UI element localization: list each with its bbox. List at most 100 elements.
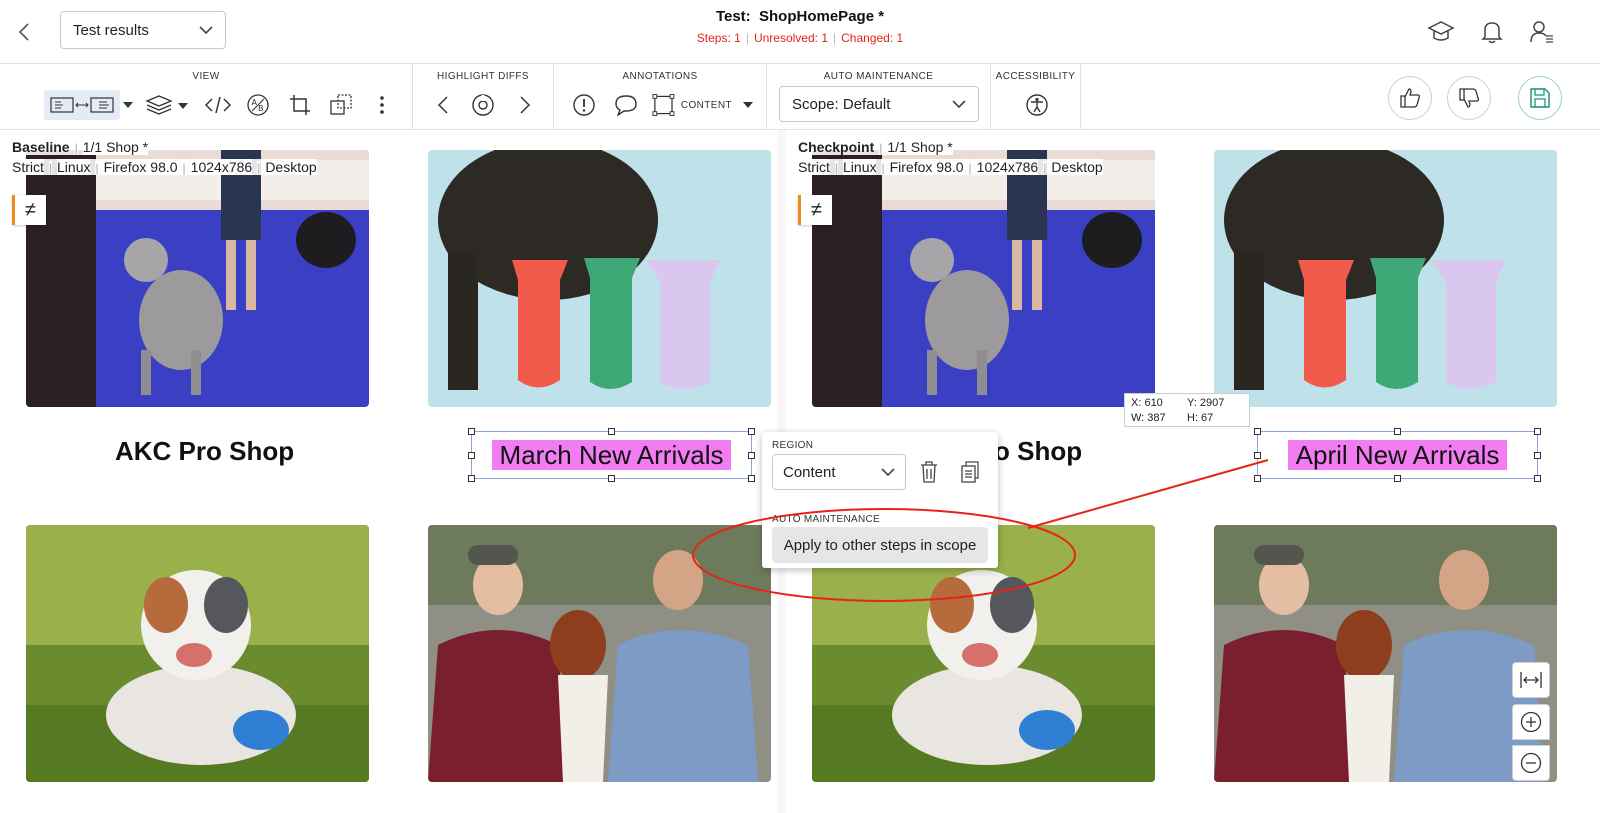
- comment-icon[interactable]: [612, 90, 640, 120]
- thumbs-up-icon[interactable]: [1388, 76, 1432, 120]
- top-bar: Test results Test: ShopHomePage * Steps:…: [0, 0, 1600, 64]
- apply-to-other-steps-button[interactable]: Apply to other steps in scope: [772, 527, 988, 563]
- baseline-browser: Firefox 98.0: [103, 159, 178, 175]
- view-group: VIEW AB: [0, 64, 413, 130]
- region-select-icon: [652, 94, 675, 116]
- content-region-button[interactable]: CONTENT: [652, 90, 732, 120]
- resize-handle[interactable]: [468, 475, 475, 482]
- baseline-os: Linux: [57, 159, 91, 175]
- scope-select[interactable]: Scope: Default: [779, 86, 979, 122]
- auto-maintenance-popup-label: AUTO MAINTENANCE: [772, 514, 880, 525]
- resize-handle[interactable]: [608, 428, 615, 435]
- save-icon[interactable]: [1518, 76, 1562, 120]
- graduation-cap-icon[interactable]: [1424, 15, 1458, 49]
- fit-width-icon[interactable]: [1512, 662, 1550, 698]
- previous-diff-icon[interactable]: [433, 90, 453, 120]
- thumbs-down-icon[interactable]: [1447, 76, 1491, 120]
- not-equal-icon[interactable]: ≠: [12, 195, 46, 225]
- region-type-value: Content: [783, 463, 836, 481]
- resize-handle[interactable]: [1254, 428, 1261, 435]
- resize-handle[interactable]: [1394, 475, 1401, 482]
- shop-card-title-partial: o Shop: [994, 436, 1083, 466]
- test-title-block: Test: ShopHomePage * Steps: 1 | Unresolved…: [0, 8, 1600, 45]
- couple-with-dog-photo: [428, 525, 771, 782]
- highlight-diffs-group: HIGHLIGHT DIFFS: [413, 64, 554, 130]
- exclamation-icon[interactable]: [570, 90, 598, 120]
- layers-icon[interactable]: [145, 90, 189, 120]
- test-label: Test:: [715, 8, 751, 25]
- baseline-region-text: March New Arrivals: [491, 440, 732, 470]
- test-stats: Steps: 1 | Unresolved: 1 | Changed: 1: [696, 31, 904, 45]
- baseline-match-level: Strict: [12, 159, 44, 175]
- resize-handle[interactable]: [1534, 452, 1541, 459]
- compare-regions-icon[interactable]: [327, 90, 355, 120]
- view-dropdown-caret-icon[interactable]: [122, 90, 134, 120]
- resize-handle[interactable]: [1534, 428, 1541, 435]
- region-label: REGION: [772, 440, 814, 451]
- baseline-pane: Baseline | 1/1 Shop * Strict | Linux | Firefox…: [0, 130, 778, 813]
- ab-compare-icon[interactable]: AB: [244, 90, 272, 120]
- resize-handle[interactable]: [468, 452, 475, 459]
- not-equal-icon[interactable]: ≠: [798, 195, 832, 225]
- next-diff-icon[interactable]: [515, 90, 535, 120]
- trash-icon[interactable]: [918, 460, 940, 484]
- shop-card-title: AKC Pro Shop: [115, 436, 295, 466]
- crop-icon[interactable]: [286, 90, 314, 120]
- highlight-diffs-label: HIGHLIGHT DIFFS: [437, 71, 529, 82]
- auto-maintenance-group: AUTO MAINTENANCE Scope: Default: [767, 64, 991, 130]
- back-icon[interactable]: [12, 18, 36, 46]
- accessibility-icon[interactable]: [1023, 90, 1051, 120]
- annotations-label: ANNOTATIONS: [622, 71, 698, 82]
- side-by-side-view-icon[interactable]: [44, 90, 120, 120]
- resize-handle[interactable]: [1394, 428, 1401, 435]
- highlight-target-icon[interactable]: [469, 90, 497, 120]
- baseline-viewport: 1024x786: [190, 159, 253, 175]
- content-region-label: CONTENT: [680, 99, 732, 111]
- resize-handle[interactable]: [1254, 475, 1261, 482]
- resize-handle[interactable]: [748, 428, 755, 435]
- svg-text:A: A: [252, 98, 258, 107]
- baseline-content-region[interactable]: March New Arrivals: [468, 428, 755, 482]
- chevron-down-icon: [952, 100, 966, 108]
- coord-w: W: 387: [1131, 412, 1166, 424]
- auto-maintenance-label: AUTO MAINTENANCE: [823, 71, 934, 82]
- coord-x: X: 610: [1131, 397, 1163, 409]
- checkpoint-device: Desktop: [1051, 159, 1103, 175]
- baseline-label: Baseline: [12, 139, 70, 155]
- scope-select-value: Scope: Default: [792, 95, 891, 113]
- view-group-label: VIEW: [192, 71, 220, 82]
- resize-handle[interactable]: [748, 452, 755, 459]
- checkpoint-region-text: April New Arrivals: [1287, 440, 1508, 470]
- resize-handle[interactable]: [1534, 475, 1541, 482]
- zoom-out-icon[interactable]: [1512, 745, 1550, 781]
- checkpoint-content-region[interactable]: April New Arrivals: [1254, 428, 1541, 482]
- code-icon[interactable]: [203, 90, 233, 120]
- annotation-dropdown-caret-icon[interactable]: [742, 90, 754, 120]
- resize-handle[interactable]: [608, 475, 615, 482]
- poodle-photo: [26, 150, 369, 407]
- coord-h: H: 67: [1187, 412, 1214, 424]
- checkpoint-label: Checkpoint: [798, 139, 875, 155]
- zoom-in-icon[interactable]: [1512, 704, 1550, 740]
- user-settings-icon[interactable]: [1525, 15, 1559, 49]
- results-dropdown[interactable]: Test results: [60, 11, 226, 49]
- chevron-down-icon: [199, 26, 213, 34]
- checkpoint-viewport: 1024x786: [976, 159, 1039, 175]
- resize-handle[interactable]: [468, 428, 475, 435]
- baseline-info: Baseline | 1/1 Shop * Strict | Linux | Firefox…: [12, 139, 317, 175]
- more-options-icon[interactable]: [374, 90, 390, 120]
- copy-icon[interactable]: [959, 460, 981, 484]
- baseline-device: Desktop: [265, 159, 317, 175]
- resize-handle[interactable]: [748, 475, 755, 482]
- annotations-group: ANNOTATIONS CONTENT: [554, 64, 767, 130]
- resize-handle[interactable]: [1254, 452, 1261, 459]
- svg-text:B: B: [258, 104, 264, 113]
- checkpoint-info: Checkpoint | 1/1 Shop * Strict | Linux | Firef…: [798, 139, 1103, 175]
- region-type-select[interactable]: Content: [772, 454, 906, 490]
- test-name: ShopHomePage *: [759, 8, 885, 25]
- changed-count: Changed: 1: [841, 31, 904, 45]
- bell-icon[interactable]: [1475, 15, 1509, 49]
- coord-y: Y: 2907: [1187, 397, 1225, 409]
- toolbar: VIEW AB HIGHLIGHT DIFFS ANNOTATIONS CONT…: [0, 64, 1600, 130]
- accessibility-group: ACCESSIBILITY: [991, 64, 1081, 130]
